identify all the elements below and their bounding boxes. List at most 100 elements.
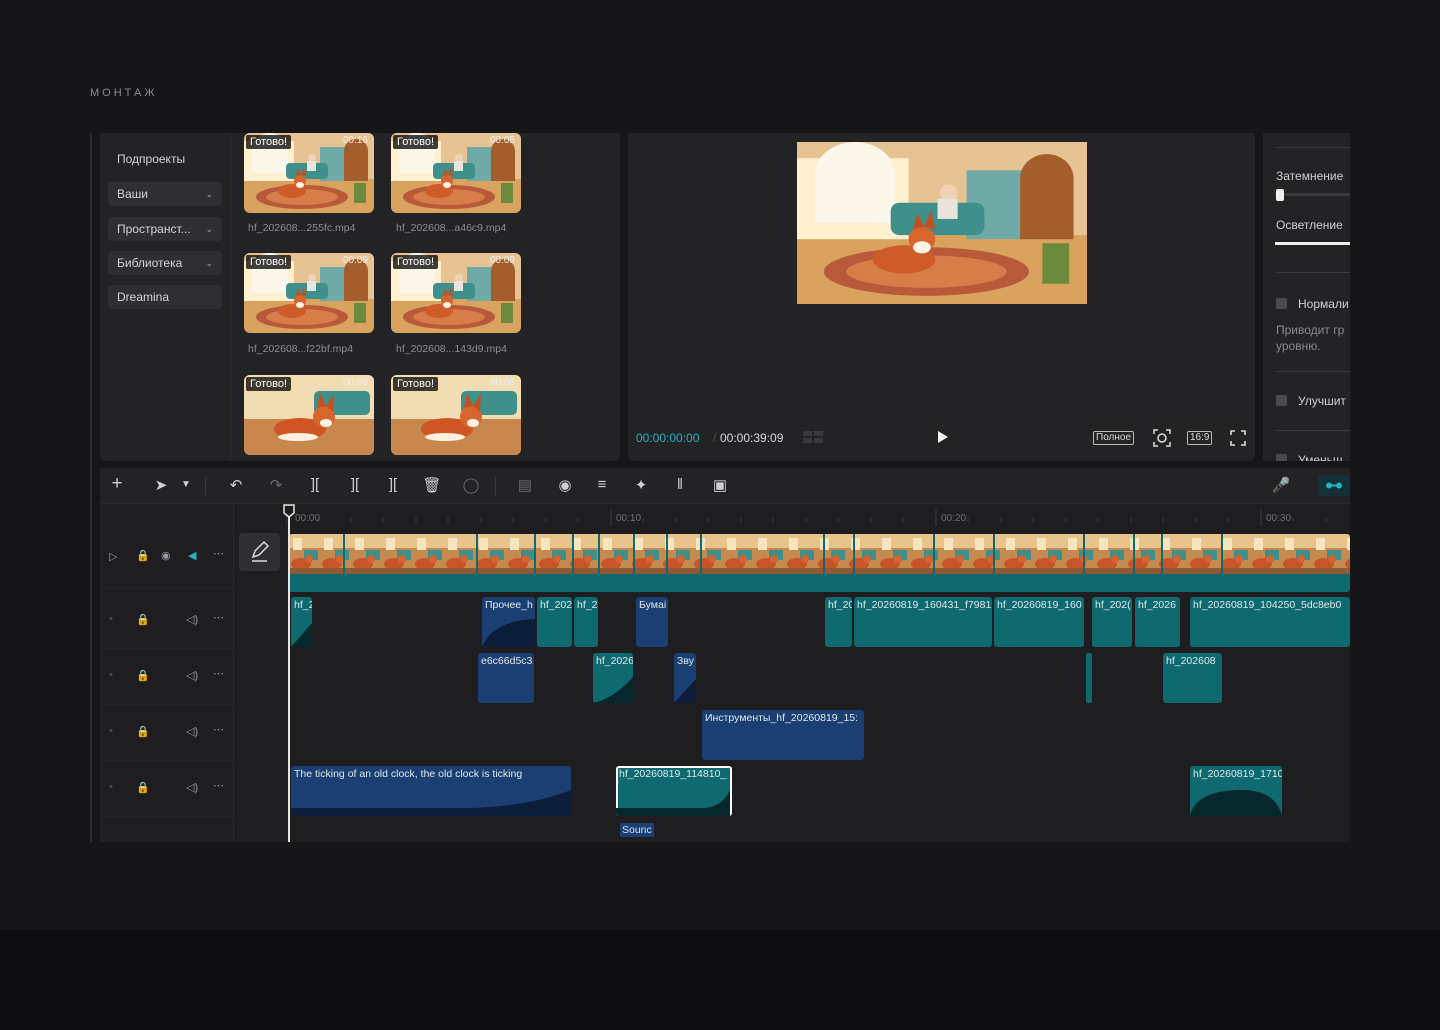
clip-label: hf_20260819_1710 — [1193, 768, 1282, 780]
waveform — [482, 619, 535, 647]
more-icon[interactable]: ⋯ — [213, 779, 224, 792]
more-icon[interactable]: ⋯ — [213, 547, 224, 560]
more-icon[interactable]: ⋯ — [213, 667, 224, 680]
adjust-icon[interactable]: ≡ — [592, 476, 612, 493]
media-thumb[interactable]: Готово! 00:09 — [244, 375, 374, 455]
magic-wand-icon[interactable]: ✦ — [631, 476, 651, 494]
more-icon[interactable]: ⋯ — [213, 723, 224, 736]
fullscreen-icon[interactable] — [1230, 430, 1246, 446]
select-cursor-icon[interactable]: ➤ — [151, 476, 171, 494]
edit-cover-button[interactable] — [239, 533, 280, 571]
grid-icon[interactable] — [802, 429, 824, 445]
sound-effect-chip[interactable]: Sounc — [620, 823, 654, 837]
media-thumb[interactable]: Готово! 00:09 — [244, 253, 374, 333]
lock-icon[interactable]: 🔒 — [136, 669, 150, 682]
enhance-checkbox[interactable] — [1276, 395, 1287, 406]
normalize-label: Нормали — [1298, 297, 1349, 311]
sidebar-item-yours[interactable]: Ваши ⌄ — [108, 182, 222, 206]
zoom-fit-icon[interactable] — [1153, 429, 1171, 447]
trim-right-icon[interactable]: ][ — [383, 476, 403, 493]
darken-slider-handle[interactable] — [1276, 189, 1284, 201]
chevron-down-icon[interactable]: ▼ — [176, 479, 196, 490]
shield-icon[interactable]: ◯ — [461, 476, 481, 494]
clip-label: hf_202( — [1095, 599, 1131, 611]
lock-icon[interactable]: 🔒 — [136, 781, 150, 794]
ruler-ticks — [286, 510, 1327, 526]
video-track-icon: ▷ — [109, 551, 118, 563]
media-thumb-name: hf_202608...f22bf.mp4 — [248, 343, 354, 355]
audio-clip[interactable]: e6c66d5c3 — [478, 653, 534, 703]
normalize-checkbox[interactable] — [1276, 298, 1287, 309]
lock-icon[interactable]: 🔒 — [136, 613, 150, 626]
media-thumb[interactable]: Готово! 00:16 — [244, 133, 374, 213]
audio-clip[interactable]: hf_20260819_160 — [994, 597, 1084, 647]
audio-clip[interactable]: Инструменты_hf_20260819_15: — [702, 710, 864, 760]
status-badge: Готово! — [246, 255, 292, 269]
delete-icon[interactable]: 🗑 — [422, 476, 442, 494]
waveform — [674, 679, 696, 703]
audio-clip[interactable]: hf_2 — [574, 597, 598, 647]
audio-clip[interactable] — [1086, 653, 1092, 703]
timeline-panel: + ➤ ▼ ↶ ↷ ][ ][ ][ 🗑 ◯ ▤ ◉ ≡ ✦ ‖ ▣ 🎤 00:… — [100, 468, 1350, 842]
audio-clip[interactable]: hf_202( — [1092, 597, 1132, 647]
video-track[interactable] — [289, 534, 1350, 592]
play-icon[interactable] — [935, 430, 949, 444]
split-icon[interactable]: ][ — [305, 476, 325, 493]
properties-panel: Затемнение Осветление Нормали Приводит г… — [1263, 133, 1350, 461]
clip-label: Бумаі — [639, 599, 667, 611]
media-thumb[interactable]: Готово! 00:06 — [391, 375, 521, 455]
lighten-slider[interactable] — [1275, 242, 1350, 245]
mask-icon[interactable]: ◉ — [555, 476, 575, 494]
transcript-icon[interactable]: ▣ — [710, 476, 730, 494]
selected-audio-clip[interactable]: hf_20260819_114810_ — [616, 766, 732, 816]
bottom-band — [0, 930, 1440, 1030]
volume-icon[interactable]: ◁) — [186, 781, 198, 794]
audio-clip[interactable]: hf_20 — [825, 597, 852, 647]
captions-icon[interactable]: ▤ — [515, 476, 535, 494]
volume-icon[interactable]: ◁) — [186, 725, 198, 738]
redo-icon[interactable]: ↷ — [266, 476, 286, 494]
media-thumb[interactable]: Готово! 00:09 — [391, 253, 521, 333]
audio-clip[interactable]: hf_202 — [537, 597, 572, 647]
volume-icon[interactable]: ◁) — [186, 669, 198, 682]
toolbar-divider — [205, 477, 206, 495]
darken-slider-track[interactable] — [1275, 193, 1350, 196]
eye-icon[interactable]: ◉ — [161, 549, 171, 562]
audio-clip[interactable]: Прочее_h — [482, 597, 535, 647]
audio-clip[interactable]: hf_202608 — [1163, 653, 1222, 703]
audio-clip[interactable]: hf_20260819_104250_5dc8eb0 — [1190, 597, 1350, 647]
snap-toggle[interactable] — [1318, 475, 1350, 496]
volume-icon[interactable]: ◁) — [186, 613, 198, 626]
lock-icon[interactable]: 🔒 — [136, 725, 150, 738]
lock-icon[interactable]: 🔒 — [136, 549, 150, 562]
reduce-checkbox[interactable] — [1276, 454, 1287, 461]
microphone-icon[interactable]: 🎤 — [1271, 476, 1291, 494]
audio-clip[interactable]: hf_2026 — [1135, 597, 1180, 647]
audio-clip[interactable]: hf_2026 — [593, 653, 633, 703]
media-panel: Подпроекты Ваши ⌄ Пространст... ⌄ Библио… — [100, 133, 620, 461]
audio-clip[interactable]: The ticking of an old clock, the old clo… — [291, 766, 571, 816]
media-thumb[interactable]: Готово! 00:05 — [391, 133, 521, 213]
media-thumb-name: hf_202608...143d9.mp4 — [396, 343, 507, 355]
audio-icon[interactable]: ◀ — [188, 549, 196, 562]
add-icon[interactable]: + — [107, 473, 127, 495]
aspect-ratio-button[interactable]: 16:9 — [1187, 431, 1213, 445]
trim-left-icon[interactable]: ][ — [345, 476, 365, 493]
sidebar-item-spaces[interactable]: Пространст... ⌄ — [108, 217, 222, 241]
more-icon[interactable]: ⋯ — [213, 611, 224, 624]
audio-clip[interactable]: hf_2 — [291, 597, 312, 647]
chevron-down-icon: ⌄ — [205, 258, 213, 268]
audio-clip[interactable]: Зву — [674, 653, 696, 703]
playhead[interactable] — [288, 512, 290, 842]
playhead-handle[interactable] — [283, 504, 295, 518]
timeline-ruler[interactable]: 00:00 00:10 00:20 00:30 — [286, 504, 1350, 530]
full-quality-button[interactable]: Полное — [1093, 431, 1135, 445]
audio-clip[interactable]: hf_20260819_160431_f7981 — [854, 597, 992, 647]
audio-clip[interactable]: Бумаі — [636, 597, 668, 647]
sidebar-item-dreamina[interactable]: Dreamina — [108, 285, 222, 309]
audio-split-icon[interactable]: ‖ — [670, 476, 690, 493]
audio-clip[interactable]: hf_20260819_1710 — [1190, 766, 1282, 816]
media-thumb-name: hf_202608...a46c9.mp4 — [396, 222, 507, 234]
undo-icon[interactable]: ↶ — [226, 476, 246, 494]
sidebar-item-library[interactable]: Библиотека ⌄ — [108, 251, 222, 275]
